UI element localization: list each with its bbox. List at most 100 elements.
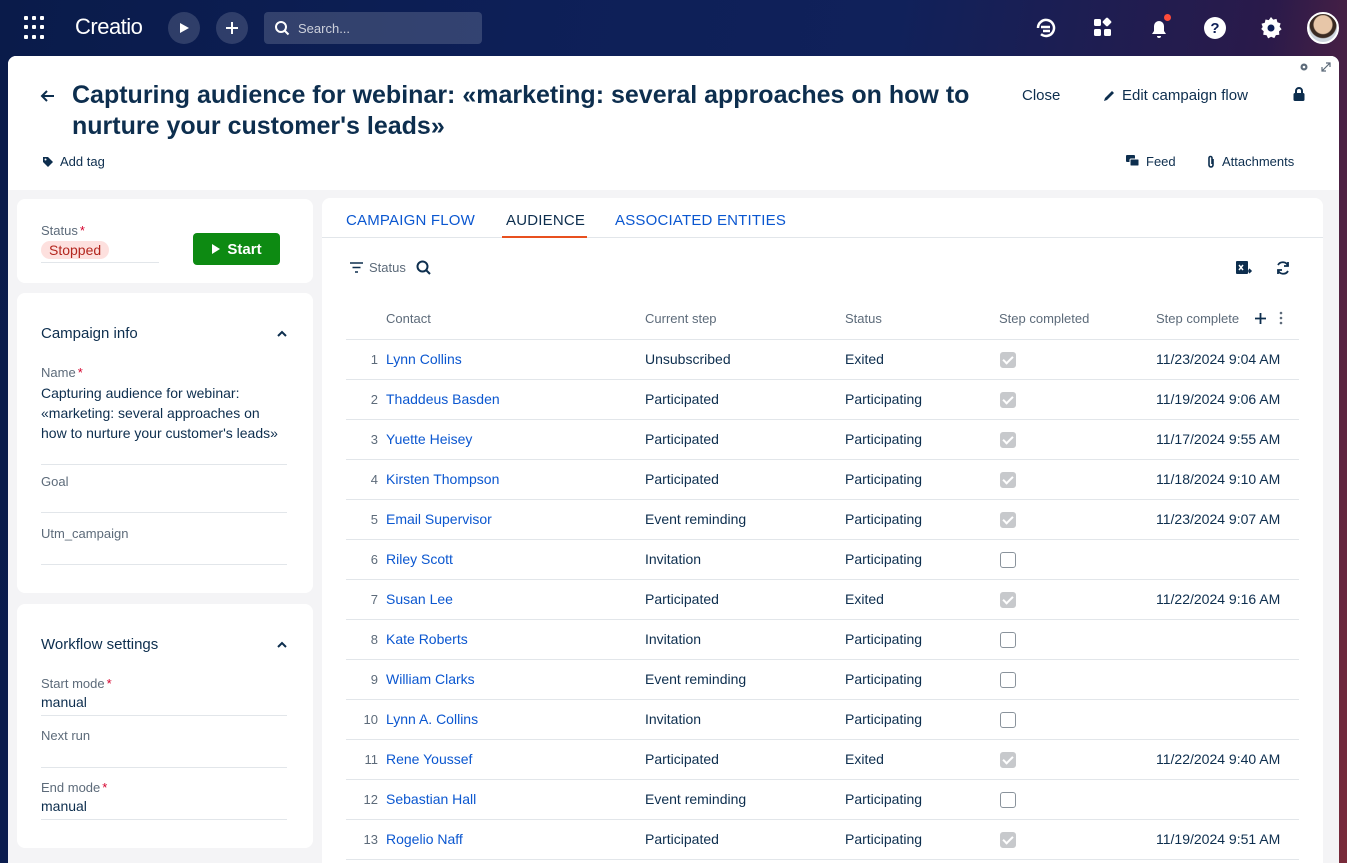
export-excel-icon[interactable] bbox=[1233, 258, 1253, 278]
step-completed-cell bbox=[999, 579, 1156, 620]
table-row[interactable]: 9 William Clarks Event reminding Participat… bbox=[346, 659, 1299, 700]
contact-link[interactable]: Lynn A. Collins bbox=[386, 699, 645, 740]
field-underline bbox=[41, 767, 287, 768]
back-button[interactable] bbox=[38, 86, 58, 106]
column-tools bbox=[1254, 311, 1283, 325]
help-button[interactable]: ? bbox=[1201, 14, 1229, 42]
table-row[interactable]: 5 Email Supervisor Event reminding Particip… bbox=[346, 499, 1299, 540]
campaign-info-title[interactable]: Campaign info bbox=[41, 325, 138, 342]
contact-link[interactable]: Rene Youssef bbox=[386, 739, 645, 780]
contact-link[interactable]: Susan Lee bbox=[386, 579, 645, 620]
column-header-status[interactable]: Status bbox=[845, 299, 999, 340]
table-row[interactable]: 13 Rogelio Naff Participated Participating 1… bbox=[346, 819, 1299, 860]
table-row[interactable]: 7 Susan Lee Participated Exited 11/22/2024 9… bbox=[346, 579, 1299, 620]
expand-icon[interactable] bbox=[1321, 62, 1331, 72]
step-completed-on-cell: 11/18/2024 9:10 AM bbox=[1156, 459, 1299, 500]
current-step-cell: Participated bbox=[645, 459, 845, 500]
creatio-logo[interactable]: Creatio bbox=[75, 14, 143, 40]
step-completed-checkbox[interactable] bbox=[1000, 391, 1016, 408]
status-filter[interactable]: Status bbox=[350, 260, 431, 275]
table-row[interactable]: 2 Thaddeus Basden Participated Participatin… bbox=[346, 379, 1299, 420]
contact-link[interactable]: William Clarks bbox=[386, 659, 645, 700]
column-header-step-completed-on[interactable]: Step complete bbox=[1156, 299, 1299, 340]
workflow-settings-title[interactable]: Workflow settings bbox=[41, 636, 158, 653]
search-box[interactable] bbox=[264, 12, 482, 44]
pencil-icon bbox=[1104, 90, 1114, 101]
feed-button[interactable]: Feed bbox=[1126, 154, 1176, 169]
step-completed-checkbox[interactable] bbox=[1000, 791, 1016, 808]
column-header-current-step[interactable]: Current step bbox=[645, 299, 845, 340]
table-row[interactable]: 4 Kirsten Thompson Participated Participati… bbox=[346, 459, 1299, 500]
column-header-contact[interactable]: Contact bbox=[386, 299, 645, 340]
table-row[interactable]: 8 Kate Roberts Invitation Participating bbox=[346, 619, 1299, 660]
step-completed-checkbox[interactable] bbox=[1000, 551, 1016, 568]
status-cell: Participating bbox=[845, 819, 999, 860]
tab-audience[interactable]: AUDIENCE bbox=[506, 212, 585, 229]
run-process-button[interactable] bbox=[168, 12, 200, 44]
table-row[interactable]: 12 Sebastian Hall Event reminding Participa… bbox=[346, 779, 1299, 820]
current-step-cell: Participated bbox=[645, 739, 845, 780]
table-row[interactable]: 10 Lynn A. Collins Invitation Participating bbox=[346, 699, 1299, 740]
status-cell: Exited bbox=[845, 579, 999, 620]
start-button[interactable]: Start bbox=[193, 233, 280, 265]
name-field-value[interactable]: Capturing audience for webinar: «marketi… bbox=[41, 383, 281, 443]
step-completed-checkbox[interactable] bbox=[1000, 671, 1016, 688]
table-row[interactable]: 11 Rene Youssef Participated Exited 11/22/20… bbox=[346, 739, 1299, 780]
end-mode-field-label: End mode * bbox=[41, 780, 107, 795]
lock-button[interactable] bbox=[1292, 87, 1306, 102]
apps-button[interactable] bbox=[1089, 14, 1117, 42]
step-completed-checkbox[interactable] bbox=[1000, 631, 1016, 648]
more-vertical-icon[interactable] bbox=[1279, 311, 1283, 325]
audience-table: Contact Current step Status Step complet… bbox=[346, 299, 1299, 860]
status-filter-label: Status bbox=[369, 260, 406, 275]
settings-small-icon[interactable] bbox=[1299, 62, 1309, 72]
step-completed-checkbox[interactable] bbox=[1000, 751, 1016, 768]
user-avatar[interactable] bbox=[1307, 12, 1339, 44]
chevron-up-icon[interactable] bbox=[275, 638, 289, 652]
chevron-up-icon[interactable] bbox=[275, 327, 289, 341]
step-completed-checkbox[interactable] bbox=[1000, 831, 1016, 848]
start-mode-field-value[interactable]: manual bbox=[41, 694, 87, 710]
create-button[interactable] bbox=[216, 12, 248, 44]
edit-campaign-flow-button[interactable]: Edit campaign flow bbox=[1102, 87, 1248, 104]
contact-link[interactable]: Kirsten Thompson bbox=[386, 459, 645, 500]
contact-link[interactable]: Yuette Heisey bbox=[386, 419, 645, 460]
notifications-button[interactable] bbox=[1145, 14, 1173, 42]
status-cell: Participating bbox=[845, 499, 999, 540]
contact-link[interactable]: Lynn Collins bbox=[386, 339, 645, 380]
refresh-icon[interactable] bbox=[1273, 258, 1293, 278]
settings-button[interactable] bbox=[1257, 14, 1285, 42]
contact-link[interactable]: Riley Scott bbox=[386, 539, 645, 580]
column-header-step-completed[interactable]: Step completed bbox=[999, 299, 1156, 340]
play-icon bbox=[180, 23, 189, 33]
table-row[interactable]: 1 Lynn Collins Unsubscribed Exited 11/23/202… bbox=[346, 339, 1299, 380]
step-completed-checkbox[interactable] bbox=[1000, 351, 1016, 368]
add-column-icon[interactable] bbox=[1254, 312, 1267, 325]
creatio-ai-button[interactable] bbox=[1032, 14, 1060, 42]
table-row[interactable]: 3 Yuette Heisey Participated Participating 1… bbox=[346, 419, 1299, 460]
tab-associated-entities[interactable]: ASSOCIATED ENTITIES bbox=[615, 212, 786, 229]
current-step-cell: Participated bbox=[645, 819, 845, 860]
step-completed-checkbox[interactable] bbox=[1000, 591, 1016, 608]
apps-grid-icon[interactable] bbox=[24, 16, 48, 40]
search-icon[interactable] bbox=[416, 260, 431, 275]
contact-link[interactable]: Kate Roberts bbox=[386, 619, 645, 660]
step-completed-checkbox[interactable] bbox=[1000, 431, 1016, 448]
search-input[interactable] bbox=[298, 20, 468, 36]
contact-link[interactable]: Email Supervisor bbox=[386, 499, 645, 540]
step-completed-cell bbox=[999, 379, 1156, 420]
step-completed-on-cell bbox=[1156, 699, 1299, 740]
table-row[interactable]: 6 Riley Scott Invitation Participating bbox=[346, 539, 1299, 580]
attachments-button[interactable]: Attachments bbox=[1206, 154, 1294, 169]
end-mode-field-value[interactable]: manual bbox=[41, 798, 87, 814]
step-completed-checkbox[interactable] bbox=[1000, 511, 1016, 528]
step-completed-checkbox[interactable] bbox=[1000, 471, 1016, 488]
step-completed-checkbox[interactable] bbox=[1000, 711, 1016, 728]
status-cell: Participating bbox=[845, 459, 999, 500]
contact-link[interactable]: Thaddeus Basden bbox=[386, 379, 645, 420]
tab-campaign-flow[interactable]: CAMPAIGN FLOW bbox=[346, 212, 475, 229]
contact-link[interactable]: Rogelio Naff bbox=[386, 819, 645, 860]
contact-link[interactable]: Sebastian Hall bbox=[386, 779, 645, 820]
close-button[interactable]: Close bbox=[1022, 87, 1060, 104]
add-tag-button[interactable]: Add tag bbox=[42, 154, 105, 169]
